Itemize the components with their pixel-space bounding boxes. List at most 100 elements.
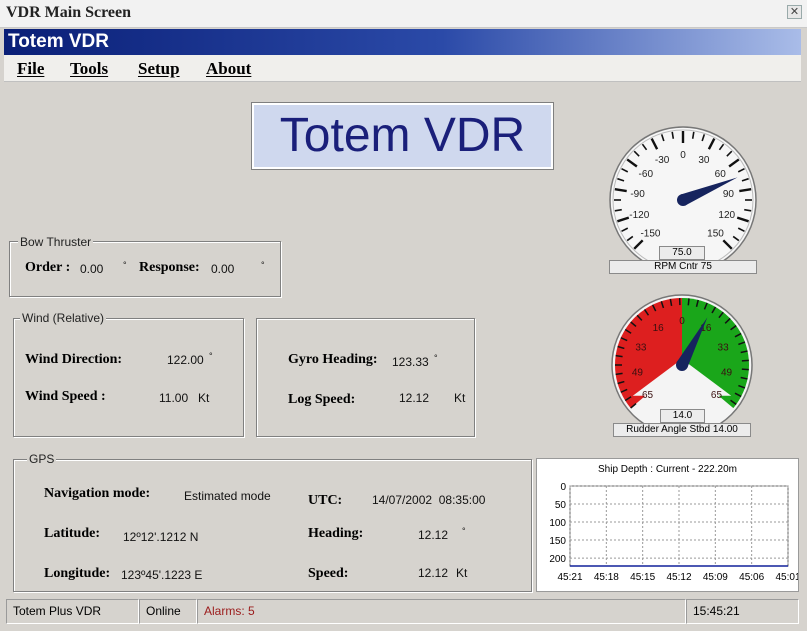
rudder-tick-label: 0 — [679, 316, 685, 327]
gps-heading-unit: ° — [462, 526, 466, 536]
rpm-tick-label: 0 — [680, 150, 686, 161]
depth-y-tick-label: 150 — [549, 536, 566, 547]
status-app: Totem Plus VDR — [6, 599, 139, 624]
longitude-value: 123º45'.1223 E — [121, 568, 203, 582]
wind-direction-unit: ° — [209, 351, 213, 361]
depth-x-tick-label: 45:18 — [594, 572, 619, 583]
gps-title: GPS — [27, 452, 57, 466]
nav-mode-label: Navigation mode: — [44, 486, 151, 501]
rpm-readout: 75.0 — [659, 246, 705, 260]
rpm-tick-label: -30 — [655, 155, 670, 166]
order-value: 0.00 — [80, 262, 104, 276]
nav-mode-value: Estimated mode — [184, 489, 271, 503]
rudder-tick-label: 49 — [632, 367, 644, 378]
log-speed-value: 12.12 — [399, 391, 430, 405]
rpm-tick-label: -150 — [640, 229, 660, 240]
utc-label: UTC: — [308, 493, 343, 508]
rpm-tick-label: 30 — [698, 155, 710, 166]
rudder-readout: 14.0 — [660, 409, 705, 423]
rpm-tick — [614, 208, 622, 212]
depth-x-tick-label: 45:09 — [703, 572, 728, 583]
rudder-tick-label: 16 — [653, 323, 665, 334]
rpm-caption: RPM Cntr 75 — [609, 260, 757, 274]
gyro-panel — [256, 318, 475, 437]
wind-direction-value: 122.00 — [167, 353, 204, 367]
rudder-tick-label: 33 — [718, 343, 730, 354]
log-speed-label: Log Speed: — [288, 392, 356, 407]
gps-heading-label: Heading: — [308, 526, 364, 541]
window-title: VDR Main Screen — [6, 4, 132, 21]
depth-x-tick-label: 45:06 — [739, 572, 764, 583]
bow-thruster-title: Bow Thruster — [18, 235, 94, 249]
rudder-hub — [676, 359, 688, 371]
depth-y-tick-label: 200 — [549, 554, 566, 565]
longitude-label: Longitude: — [44, 566, 111, 581]
rpm-tick — [691, 131, 695, 139]
menu-file[interactable]: File — [17, 59, 44, 79]
wind-speed-label: Wind Speed : — [25, 389, 106, 404]
logo-text: Totem VDR — [279, 109, 526, 162]
gps-speed-value: 12.12 — [418, 566, 449, 580]
wind-speed-unit: Kt — [198, 391, 210, 405]
response-value: 0.00 — [211, 262, 235, 276]
rudder-tick-label: 65 — [711, 390, 723, 401]
rpm-tick-label: -60 — [639, 169, 654, 180]
rpm-tick-label: -90 — [630, 189, 645, 200]
status-alarms[interactable]: Alarms: 5 — [197, 599, 686, 624]
order-unit: ° — [123, 260, 127, 270]
menu-bar: File Tools Setup About — [4, 55, 801, 82]
app-banner-title: Totem VDR — [8, 31, 109, 52]
latitude-value: 12º12'.1212 N — [123, 530, 199, 544]
wind-direction-label: Wind Direction: — [25, 352, 123, 367]
logo: Totem VDR — [251, 102, 554, 170]
menu-about[interactable]: About — [206, 59, 251, 79]
rudder-tick — [615, 354, 623, 358]
latitude-label: Latitude: — [44, 526, 100, 541]
depth-x-tick-label: 45:01 — [775, 572, 798, 583]
depth-x-tick-label: 45:21 — [557, 572, 582, 583]
gyro-heading-value: 123.33 — [392, 355, 429, 369]
depth-y-tick-label: 100 — [549, 518, 566, 529]
rudder-caption: Rudder Angle Stbd 14.00 — [613, 423, 751, 437]
rudder-tick — [687, 298, 690, 306]
gyro-heading-label: Gyro Heading: — [288, 352, 378, 367]
depth-chart-panel: Ship Depth : Current - 222.20m 0 50 100 150… — [536, 458, 799, 592]
depth-y-tick-label: 0 — [560, 482, 566, 493]
menu-setup[interactable]: Setup — [138, 59, 180, 79]
wind-panel — [13, 318, 244, 437]
response-unit: ° — [261, 260, 265, 270]
status-bar: Totem Plus VDR Online Alarms: 5 15:45:21 — [4, 598, 801, 625]
rpm-hub — [677, 194, 689, 206]
response-label: Response: — [139, 260, 200, 275]
status-connection: Online — [139, 599, 197, 624]
rpm-tick — [744, 208, 752, 212]
gps-heading-value: 12.12 — [418, 528, 449, 542]
rpm-tick-label: 90 — [723, 189, 735, 200]
menu-tools[interactable]: Tools — [70, 59, 108, 79]
app-banner: Totem VDR — [4, 29, 801, 55]
rpm-tick-label: 120 — [718, 210, 735, 221]
depth-x-tick-label: 45:15 — [630, 572, 655, 583]
rudder-tick-label: 33 — [635, 343, 647, 354]
status-time: 15:45:21 — [686, 599, 799, 624]
depth-y-tick-label: 50 — [555, 500, 567, 511]
rudder-tick-label: 65 — [642, 390, 654, 401]
window-title-bar: VDR Main Screen ✕ — [0, 0, 807, 28]
depth-x-tick-label: 45:12 — [666, 572, 691, 583]
wind-title: Wind (Relative) — [20, 311, 107, 325]
rudder-tick — [615, 372, 623, 376]
log-speed-unit: Kt — [454, 391, 466, 405]
utc-value: 14/07/2002 08:35:00 — [372, 493, 486, 507]
rudder-gauge: 65493316016334965 — [611, 294, 753, 423]
rpm-gauge: -150 -120 -90 -60-30 0 30 60 90 120 150 — [609, 126, 757, 264]
rpm-tick-label: 150 — [707, 229, 724, 240]
rpm-tick — [671, 131, 675, 139]
rpm-tick-label: -120 — [629, 210, 649, 221]
gps-speed-unit: Kt — [456, 566, 468, 580]
order-label: Order : — [25, 260, 71, 275]
gps-speed-label: Speed: — [308, 566, 349, 581]
wind-speed-value: 11.00 — [159, 391, 189, 405]
close-button[interactable]: ✕ — [787, 5, 802, 19]
rpm-tick-label: 60 — [715, 169, 727, 180]
depth-chart: 0 50 100 150 200 45:21 45:18 45:15 45:12 45:09 45:… — [549, 482, 798, 583]
